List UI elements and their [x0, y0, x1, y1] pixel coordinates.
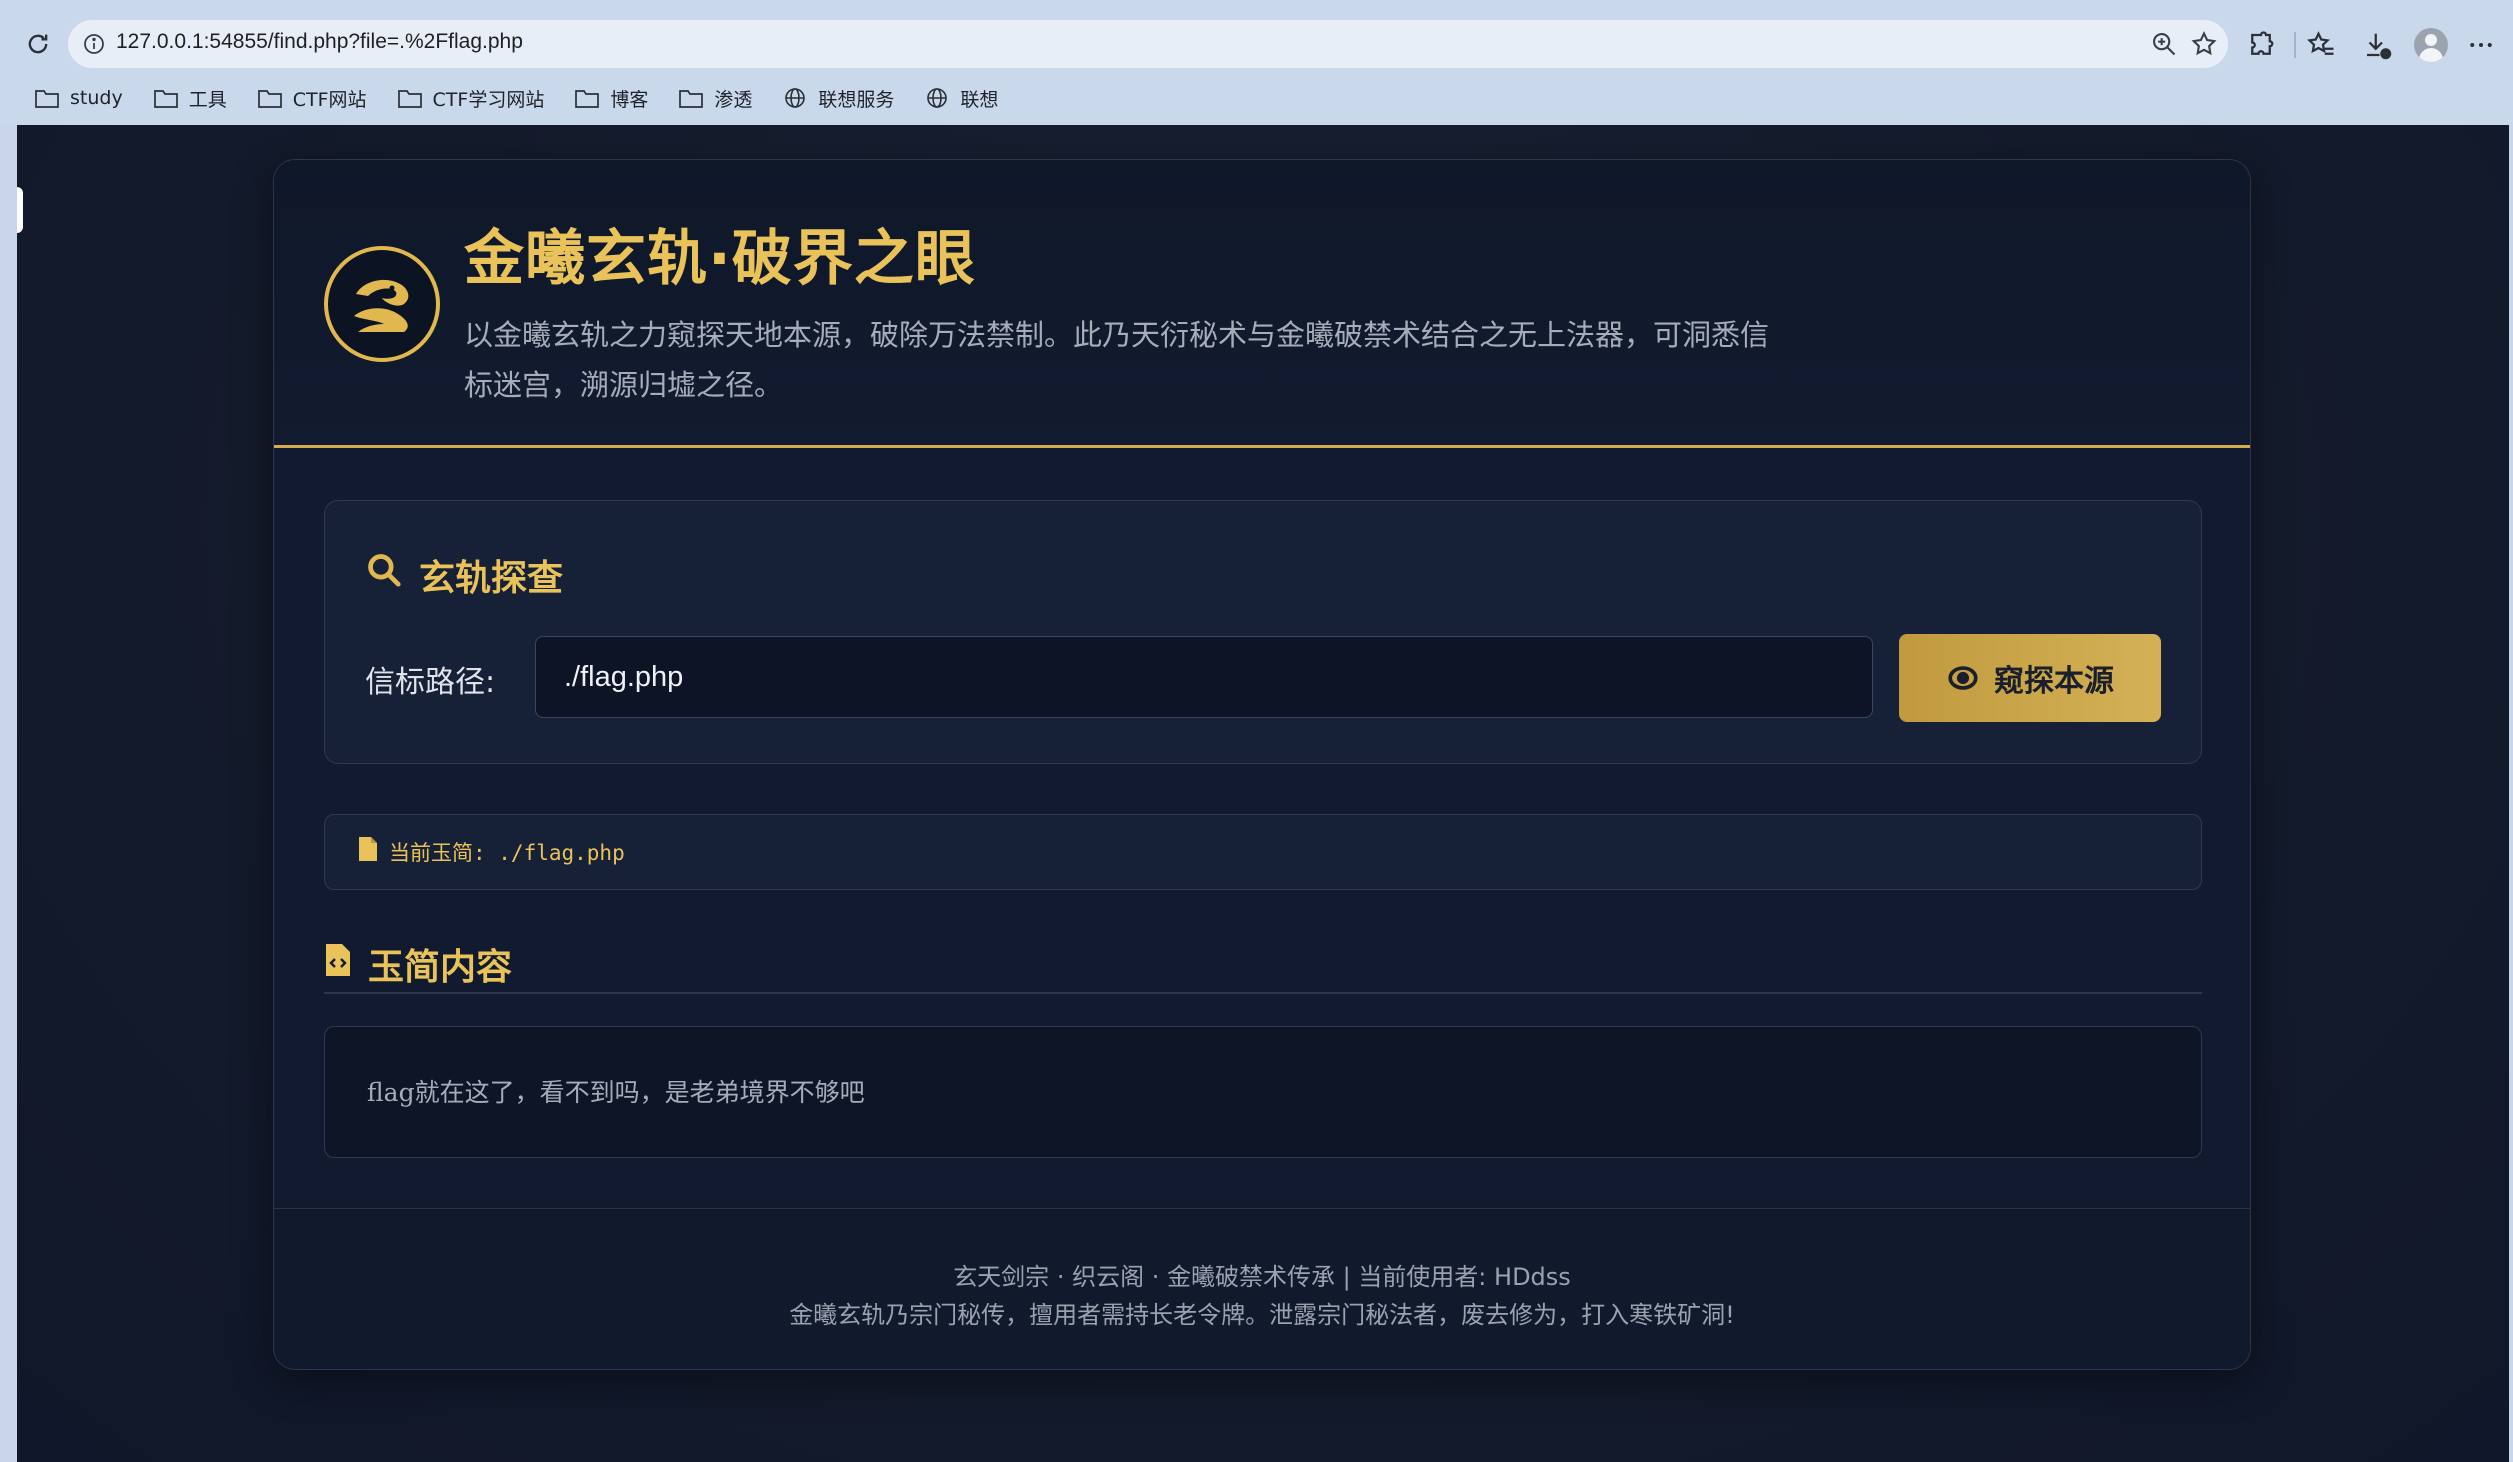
- search-panel-title: 玄轨探查: [419, 558, 564, 599]
- zoom-icon[interactable]: [2150, 30, 2178, 58]
- card-header: 金曦玄轨·破界之眼 以金曦玄轨之力窥探天地本源，破除万法禁制。此乃天衍秘术与金曦…: [274, 160, 2250, 448]
- browser-chrome: 127.0.0.1:54855/find.php?file=.%2Fflag.p…: [0, 0, 2513, 125]
- folder-icon: [153, 90, 178, 108]
- path-label: 信标路径:: [365, 665, 496, 700]
- bookmark-label: 联想服务: [818, 88, 895, 111]
- file-content-text: flag就在这了，看不到吗，是老弟境界不够吧: [367, 1078, 865, 1107]
- profile-avatar[interactable]: [2414, 28, 2448, 62]
- globe-icon: [785, 88, 806, 108]
- folder-icon: [397, 90, 422, 108]
- downloads-icon[interactable]: [2362, 30, 2392, 60]
- page-subtitle: 以金曦玄轨之力窥探天地本源，破除万法禁制。此乃天衍秘术与金曦破禁术结合之无上法器…: [464, 318, 1770, 402]
- main-card: 金曦玄轨·破界之眼 以金曦玄轨之力窥探天地本源，破除万法禁制。此乃天衍秘术与金曦…: [273, 159, 2251, 1370]
- current-file-text: 当前玉简: ./flag.php: [389, 841, 625, 865]
- code-file-icon: [324, 942, 352, 978]
- bookmark-study[interactable]: study: [34, 86, 123, 110]
- folder-icon: [575, 90, 600, 108]
- page-title: 金曦玄轨·破界之眼: [464, 224, 976, 294]
- dragon-logo: [324, 246, 440, 362]
- bookmark-lenovo[interactable]: 联想: [924, 85, 998, 112]
- bookmark-pentest[interactable]: 渗透: [678, 85, 752, 112]
- site-info-icon[interactable]: [82, 32, 106, 56]
- footer-credits: 玄天剑宗 · 织云阁 · 金曦破禁术传承 | 当前使用者: HDdss: [953, 1263, 1571, 1291]
- footer-warning: 金曦玄轨乃宗门秘传，擅用者需持长老令牌。泄露宗门秘法者，废去修为，打入寒铁矿洞!: [789, 1301, 1735, 1329]
- dragon-icon: [354, 279, 409, 332]
- more-menu-icon[interactable]: [2466, 30, 2496, 60]
- favorite-star-icon[interactable]: [2190, 30, 2218, 58]
- bookmark-label: 工具: [188, 88, 227, 111]
- peek-source-button[interactable]: 窥探本源: [1899, 634, 2161, 722]
- bookmark-ctf-sites[interactable]: CTF网站: [257, 85, 367, 112]
- page-viewport: 金曦玄轨·破界之眼 以金曦玄轨之力窥探天地本源，破除万法禁制。此乃天衍秘术与金曦…: [17, 125, 2509, 1462]
- bookmark-label: 联想: [960, 88, 999, 111]
- file-icon: [357, 835, 379, 863]
- globe-icon: [927, 88, 948, 108]
- search-panel: 玄轨探查 信标路径: 窥探本源: [324, 500, 2202, 764]
- bookmark-label: CTF网站: [292, 88, 367, 111]
- file-content-box: flag就在这了，看不到吗，是老弟境界不够吧: [324, 1026, 2202, 1158]
- bookmark-blog[interactable]: 博客: [574, 85, 648, 112]
- bookmark-label: 渗透: [714, 88, 753, 111]
- address-bar[interactable]: 127.0.0.1:54855/find.php?file=.%2Fflag.p…: [68, 20, 2228, 68]
- content-header: 玉简内容: [324, 932, 2202, 994]
- bookmark-lenovo-service[interactable]: 联想服务: [782, 85, 894, 112]
- bookmark-ctf-learning[interactable]: CTF学习网站: [397, 85, 545, 112]
- peek-button-label: 窥探本源: [1994, 665, 2114, 698]
- folder-icon: [679, 90, 704, 108]
- reload-icon[interactable]: [24, 30, 52, 58]
- bookmarks-bar: study 工具 CTF网站 CTF学习网站 博客 渗透 联想服务 联想: [34, 80, 998, 116]
- eye-icon: [1948, 666, 1978, 690]
- content-title: 玉简内容: [368, 947, 513, 988]
- address-row: 127.0.0.1:54855/find.php?file=.%2Fflag.p…: [0, 16, 2513, 74]
- bookmark-label: 博客: [610, 88, 649, 111]
- search-icon: [365, 551, 403, 589]
- toolbar-divider: [2294, 32, 2296, 58]
- bookmark-label: study: [70, 87, 123, 109]
- favorites-icon[interactable]: [2306, 30, 2336, 60]
- card-footer: 玄天剑宗 · 织云阁 · 金曦破禁术传承 | 当前使用者: HDdss 金曦玄轨…: [274, 1208, 2250, 1369]
- current-file-bar: 当前玉简: ./flag.php: [324, 814, 2202, 890]
- side-panel-handle[interactable]: [17, 187, 23, 233]
- folder-icon: [257, 90, 282, 108]
- url-text[interactable]: 127.0.0.1:54855/find.php?file=.%2Fflag.p…: [116, 30, 523, 54]
- bookmark-label: CTF学习网站: [432, 88, 545, 111]
- extensions-icon[interactable]: [2246, 30, 2276, 60]
- path-input[interactable]: [535, 636, 1873, 718]
- bookmark-tools[interactable]: 工具: [153, 85, 227, 112]
- folder-icon: [35, 90, 59, 108]
